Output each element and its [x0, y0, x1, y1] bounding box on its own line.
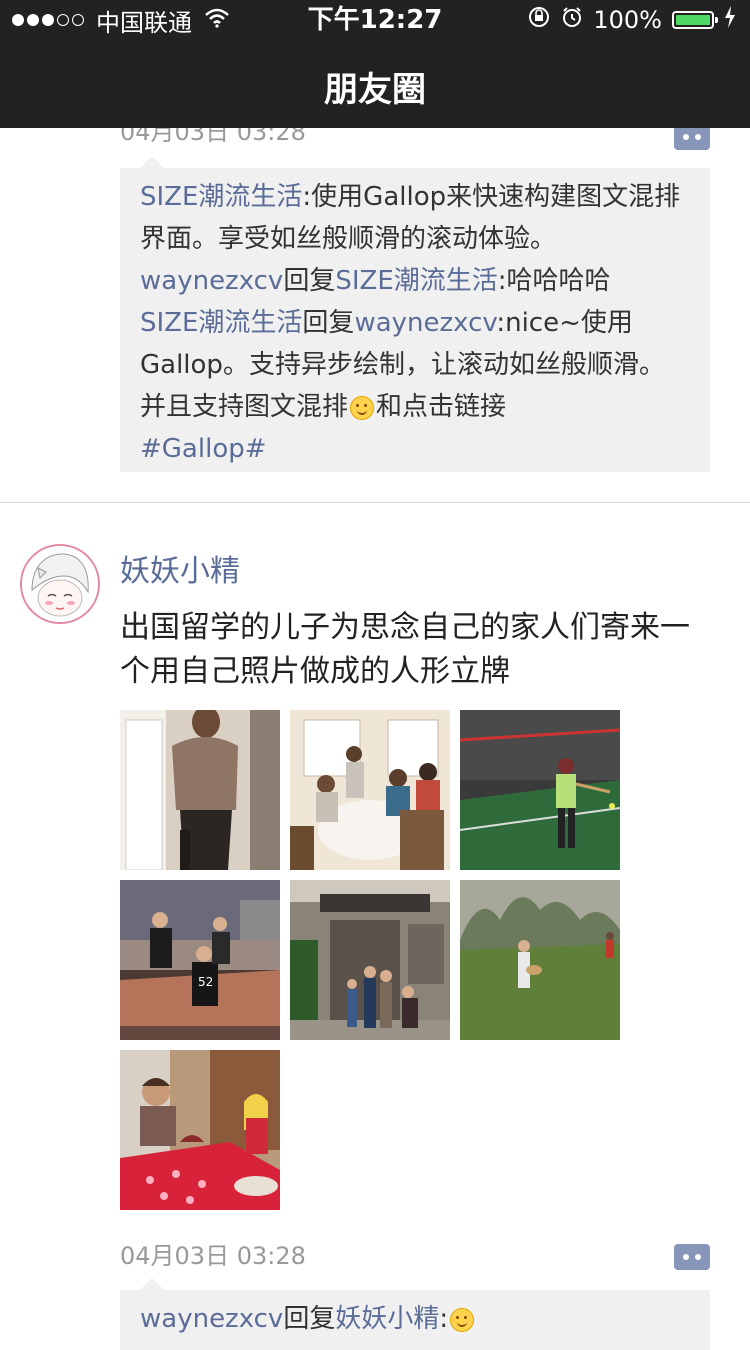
user-avatar[interactable] [20, 544, 100, 624]
reply-word: 回复 [302, 308, 355, 338]
photo-thumbnail[interactable] [290, 710, 450, 870]
wifi-icon [204, 6, 230, 34]
battery-percent: 100% [593, 6, 662, 34]
comment-list: SIZE潮流生活:使用Gallop来快速构建图文混排界面。享受如丝般顺滑的滚动体… [120, 156, 710, 472]
photo-thumbnail[interactable] [120, 710, 280, 870]
comment-text: 和点击链接 [376, 392, 507, 422]
comment-list: waynezxcv回复妖妖小精: [120, 1278, 710, 1350]
comment-author-link[interactable]: waynezxcv [140, 266, 283, 296]
battery-icon [672, 11, 718, 29]
comment-item[interactable]: SIZE潮流生活回复waynezxcv:nice~使用Gallop。支持异步绘制… [140, 302, 690, 470]
rotation-lock-icon [527, 5, 551, 35]
post-divider [0, 502, 750, 503]
timeline: 04月03日 03:28 SIZE潮流生活:使用Gallop来快速构建图文混排界… [0, 0, 750, 1350]
comment-text: :哈哈哈哈 [497, 266, 611, 296]
photo-thumbnail[interactable] [290, 880, 450, 1040]
comment-author-link[interactable]: waynezxcv [140, 1304, 283, 1334]
reply-to-link[interactable]: SIZE潮流生活 [335, 266, 497, 296]
navigation-bar: 中国联通 下午12:27 100% 朋友圈 [0, 0, 750, 128]
comment-author-link[interactable]: SIZE潮流生活 [140, 308, 302, 338]
post-time: 04月03日 03:28 [120, 1242, 306, 1270]
smile-emoji-icon [350, 395, 375, 420]
alarm-icon [561, 6, 583, 34]
comment-item[interactable]: waynezxcv回复SIZE潮流生活:哈哈哈哈 [140, 260, 690, 302]
comment-text: : [439, 1304, 449, 1334]
smile-emoji-icon [450, 1307, 475, 1332]
comment-item[interactable]: SIZE潮流生活:使用Gallop来快速构建图文混排界面。享受如丝般顺滑的滚动体… [140, 176, 690, 260]
reply-to-link[interactable]: 妖妖小精 [335, 1304, 439, 1334]
svg-text:52: 52 [198, 975, 213, 989]
photo-thumbnail[interactable] [120, 1050, 280, 1210]
carrier-label: 中国联通 [96, 8, 192, 37]
more-button[interactable] [674, 1244, 710, 1270]
post-content: 出国留学的儿子为思念自己的家人们寄来一个用自己照片做成的人形立牌 [120, 610, 690, 689]
photo-thumbnail[interactable] [460, 880, 620, 1040]
reply-to-link[interactable]: waynezxcv [354, 308, 496, 338]
post-username[interactable]: 妖妖小精 [120, 546, 240, 590]
reply-word: 回复 [283, 266, 336, 296]
signal-icon [12, 14, 84, 26]
hashtag-link[interactable]: #Gallop# [140, 434, 267, 464]
status-bar: 中国联通 下午12:27 100% [0, 0, 750, 40]
reply-word: 回复 [283, 1304, 336, 1334]
comment-author-link[interactable]: SIZE潮流生活 [140, 182, 302, 212]
charging-icon [724, 6, 736, 34]
page-title: 朋友圈 [324, 70, 426, 110]
photo-thumbnail[interactable] [460, 710, 620, 870]
photo-thumbnail[interactable]: 52 [120, 880, 280, 1040]
